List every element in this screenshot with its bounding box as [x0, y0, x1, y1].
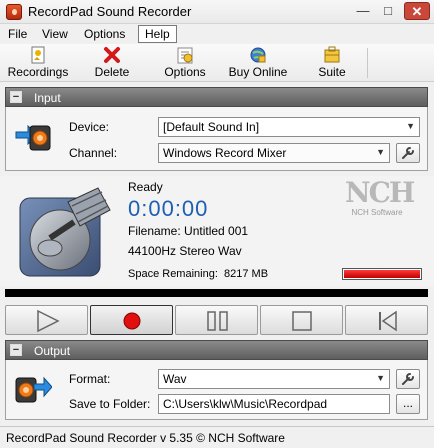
menu-options[interactable]: Options	[84, 27, 125, 41]
maximize-button[interactable]: □	[377, 2, 399, 20]
space-remaining-label: Space Remaining:	[128, 268, 218, 280]
stop-icon	[292, 311, 312, 331]
pause-icon	[207, 311, 228, 331]
chevron-down-icon: ▼	[376, 147, 385, 157]
delete-label: Delete	[94, 65, 130, 79]
browse-folder-button[interactable]: ...	[396, 394, 420, 414]
options-icon	[176, 46, 194, 64]
channel-value: Windows Record Mixer	[163, 146, 287, 160]
input-speaker-icon	[14, 120, 52, 156]
toolbar: Recordings Delete Options Buy Online Sui…	[0, 44, 434, 82]
pause-button[interactable]	[175, 305, 258, 335]
output-speaker-icon	[14, 372, 53, 408]
record-button[interactable]	[90, 305, 173, 335]
status-bar-text: RecordPad Sound Recorder v 5.35 © NCH So…	[6, 431, 285, 445]
suite-icon	[323, 46, 341, 64]
channel-select[interactable]: Windows Record Mixer ▼	[158, 143, 390, 163]
nch-logo-mark: NCH	[345, 176, 415, 209]
title-bar: RecordPad Sound Recorder — □ ✕	[0, 0, 434, 24]
buy-online-icon	[249, 46, 267, 64]
window-title: RecordPad Sound Recorder	[28, 4, 192, 19]
options-label: Options	[164, 65, 206, 79]
format-select[interactable]: Wav ▼	[158, 369, 390, 389]
space-remaining-bar	[342, 268, 422, 280]
menu-view[interactable]: View	[42, 27, 68, 41]
recordings-label: Recordings	[7, 65, 69, 79]
app-icon	[6, 4, 22, 20]
device-value: [Default Sound In]	[163, 120, 260, 134]
level-meter	[5, 289, 428, 297]
elapsed-time: 0:00:00	[128, 196, 209, 221]
save-folder-value: C:\Users\klw\Music\Recordpad	[163, 397, 328, 411]
suite-label: Suite	[318, 65, 346, 79]
microphone-icon	[16, 182, 116, 282]
collapse-icon[interactable]: −	[10, 91, 22, 103]
device-select[interactable]: [Default Sound In] ▼	[158, 117, 420, 137]
space-remaining-fill	[343, 269, 421, 279]
input-section-title: Input	[34, 91, 61, 105]
format-info: 44100Hz Stereo Wav	[128, 244, 242, 258]
delete-button[interactable]: Delete	[88, 46, 136, 80]
nch-logo: NCH NCH Software	[345, 176, 415, 218]
record-icon	[123, 312, 141, 330]
space-remaining-value: 8217 MB	[224, 268, 269, 280]
input-section-header[interactable]: − Input	[5, 87, 428, 107]
suite-button[interactable]: Suite	[312, 46, 352, 80]
channel-label: Channel:	[69, 146, 118, 160]
buy-online-label: Buy Online	[228, 65, 288, 79]
play-icon	[37, 309, 60, 333]
status-bar: RecordPad Sound Recorder v 5.35 © NCH So…	[0, 426, 434, 448]
toolbar-separator	[367, 48, 368, 78]
channel-settings-button[interactable]	[396, 143, 420, 163]
collapse-icon[interactable]: −	[10, 344, 22, 356]
output-section: Format: Wav ▼ Save to Folder: C:\Users\k…	[5, 360, 428, 420]
chevron-down-icon: ▼	[406, 121, 415, 131]
recordings-button[interactable]: Recordings	[4, 46, 72, 80]
skip-to-start-button[interactable]	[345, 305, 428, 335]
skip-to-start-icon	[379, 310, 397, 332]
format-settings-button[interactable]	[396, 369, 420, 389]
status-state: Ready	[128, 180, 163, 194]
format-value: Wav	[163, 372, 187, 386]
format-label: Format:	[69, 372, 111, 386]
menu-help[interactable]: Help	[138, 25, 177, 43]
save-folder-field[interactable]: C:\Users\klw\Music\Recordpad	[158, 394, 390, 414]
close-button[interactable]: ✕	[404, 2, 430, 20]
nch-logo-subtitle: NCH Software	[351, 208, 403, 217]
output-section-title: Output	[34, 344, 71, 358]
space-remaining: Space Remaining: 8217 MB	[128, 268, 268, 280]
chevron-down-icon: ▼	[376, 373, 385, 383]
stop-button[interactable]	[260, 305, 343, 335]
menu-file[interactable]: File	[8, 27, 27, 41]
save-folder-label: Save to Folder:	[69, 397, 151, 411]
output-section-header[interactable]: − Output	[5, 340, 428, 360]
menu-bar: File View Options Help	[0, 25, 434, 43]
transport-controls	[5, 305, 428, 335]
delete-icon	[103, 46, 121, 64]
minimize-button[interactable]: —	[352, 2, 374, 20]
options-button[interactable]: Options	[158, 46, 212, 80]
recordings-icon	[29, 46, 47, 64]
input-section: Device: [Default Sound In] ▼ Channel: Wi…	[5, 107, 428, 171]
play-button[interactable]	[5, 305, 88, 335]
device-label: Device:	[69, 120, 110, 134]
status-panel: Ready 0:00:00 Filename: Untitled 001 441…	[0, 176, 434, 286]
filename-text: Filename: Untitled 001	[128, 224, 249, 238]
buy-online-button[interactable]: Buy Online	[224, 46, 292, 80]
